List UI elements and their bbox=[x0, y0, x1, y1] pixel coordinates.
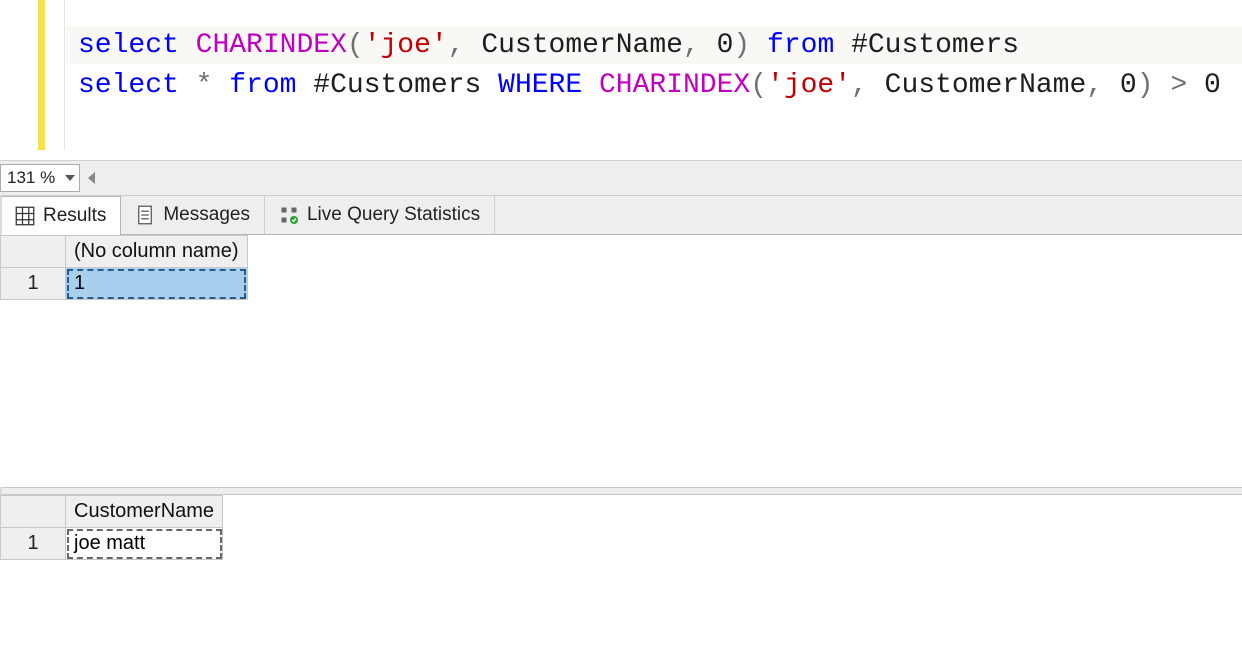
rparen: ) bbox=[1137, 70, 1154, 101]
op-gt: > bbox=[1170, 70, 1187, 101]
str-joe: 'joe' bbox=[767, 70, 851, 101]
kw-from: from bbox=[229, 70, 296, 101]
tab-live-stats-label: Live Query Statistics bbox=[307, 204, 480, 226]
kw-where: WHERE bbox=[498, 70, 582, 101]
sql-editor-pane[interactable]: select CHARINDEX('joe', CustomerName, 0)… bbox=[0, 0, 1242, 160]
document-icon bbox=[135, 205, 155, 225]
chevron-down-icon bbox=[65, 175, 75, 181]
table-row[interactable]: 1 joe matt bbox=[1, 528, 223, 560]
fn-charindex: CHARINDEX bbox=[196, 30, 347, 61]
tab-live-query-statistics[interactable]: Live Query Statistics bbox=[265, 196, 495, 234]
comma: , bbox=[683, 30, 700, 61]
row-number[interactable]: 1 bbox=[1, 268, 66, 300]
row-header-blank[interactable] bbox=[1, 496, 66, 528]
tab-messages[interactable]: Messages bbox=[121, 196, 265, 234]
table-row[interactable]: 1 1 bbox=[1, 268, 248, 300]
kw-select: select bbox=[78, 30, 179, 61]
num-zero: 0 bbox=[1204, 70, 1221, 101]
zoom-level-select[interactable]: 131 % bbox=[0, 164, 80, 192]
star: * bbox=[196, 70, 213, 101]
editor-zoom-bar: 131 % bbox=[0, 160, 1242, 196]
num-zero: 0 bbox=[717, 30, 734, 61]
kw-select: select bbox=[78, 70, 179, 101]
lparen: ( bbox=[750, 70, 767, 101]
comma: , bbox=[1086, 70, 1103, 101]
results-grid-1-pane: (No column name) 1 1 bbox=[0, 235, 1242, 487]
tbl-customers: #Customers bbox=[313, 70, 481, 101]
id-customername: CustomerName bbox=[885, 70, 1087, 101]
num-zero: 0 bbox=[1120, 70, 1137, 101]
tbl-customers: #Customers bbox=[851, 30, 1019, 61]
results-splitter[interactable] bbox=[0, 487, 1242, 495]
results-grid-2[interactable]: CustomerName 1 joe matt bbox=[0, 495, 223, 560]
row-number[interactable]: 1 bbox=[1, 528, 66, 560]
editor-gutter-line bbox=[64, 0, 65, 150]
results-grid-2-pane: CustomerName 1 joe matt bbox=[0, 495, 1242, 655]
results-grid-1[interactable]: (No column name) 1 1 bbox=[0, 235, 248, 300]
column-header-customername[interactable]: CustomerName bbox=[66, 496, 223, 528]
id-customername: CustomerName bbox=[481, 30, 683, 61]
zoom-level-value: 131 % bbox=[7, 168, 55, 188]
comma: , bbox=[448, 30, 465, 61]
cell-value[interactable]: joe matt bbox=[66, 528, 223, 560]
sql-code[interactable]: select CHARINDEX('joe', CustomerName, 0)… bbox=[78, 26, 1221, 106]
comma: , bbox=[851, 70, 868, 101]
fn-charindex: CHARINDEX bbox=[599, 70, 750, 101]
modified-indicator-bar bbox=[38, 0, 45, 150]
lparen: ( bbox=[347, 30, 364, 61]
row-header-blank[interactable] bbox=[1, 236, 66, 268]
tab-messages-label: Messages bbox=[163, 204, 250, 226]
hscroll-left-arrow-icon[interactable] bbox=[88, 172, 95, 184]
str-joe: 'joe' bbox=[364, 30, 448, 61]
grid-icon bbox=[15, 206, 35, 226]
column-header-no-name[interactable]: (No column name) bbox=[66, 236, 248, 268]
statistics-icon bbox=[279, 205, 299, 225]
results-tab-bar: Results Messages Live Query Statistics bbox=[0, 196, 1242, 235]
kw-from: from bbox=[767, 30, 834, 61]
rparen: ) bbox=[733, 30, 750, 61]
cell-value[interactable]: 1 bbox=[66, 268, 248, 300]
tab-results[interactable]: Results bbox=[0, 196, 121, 235]
tab-results-label: Results bbox=[43, 205, 106, 227]
